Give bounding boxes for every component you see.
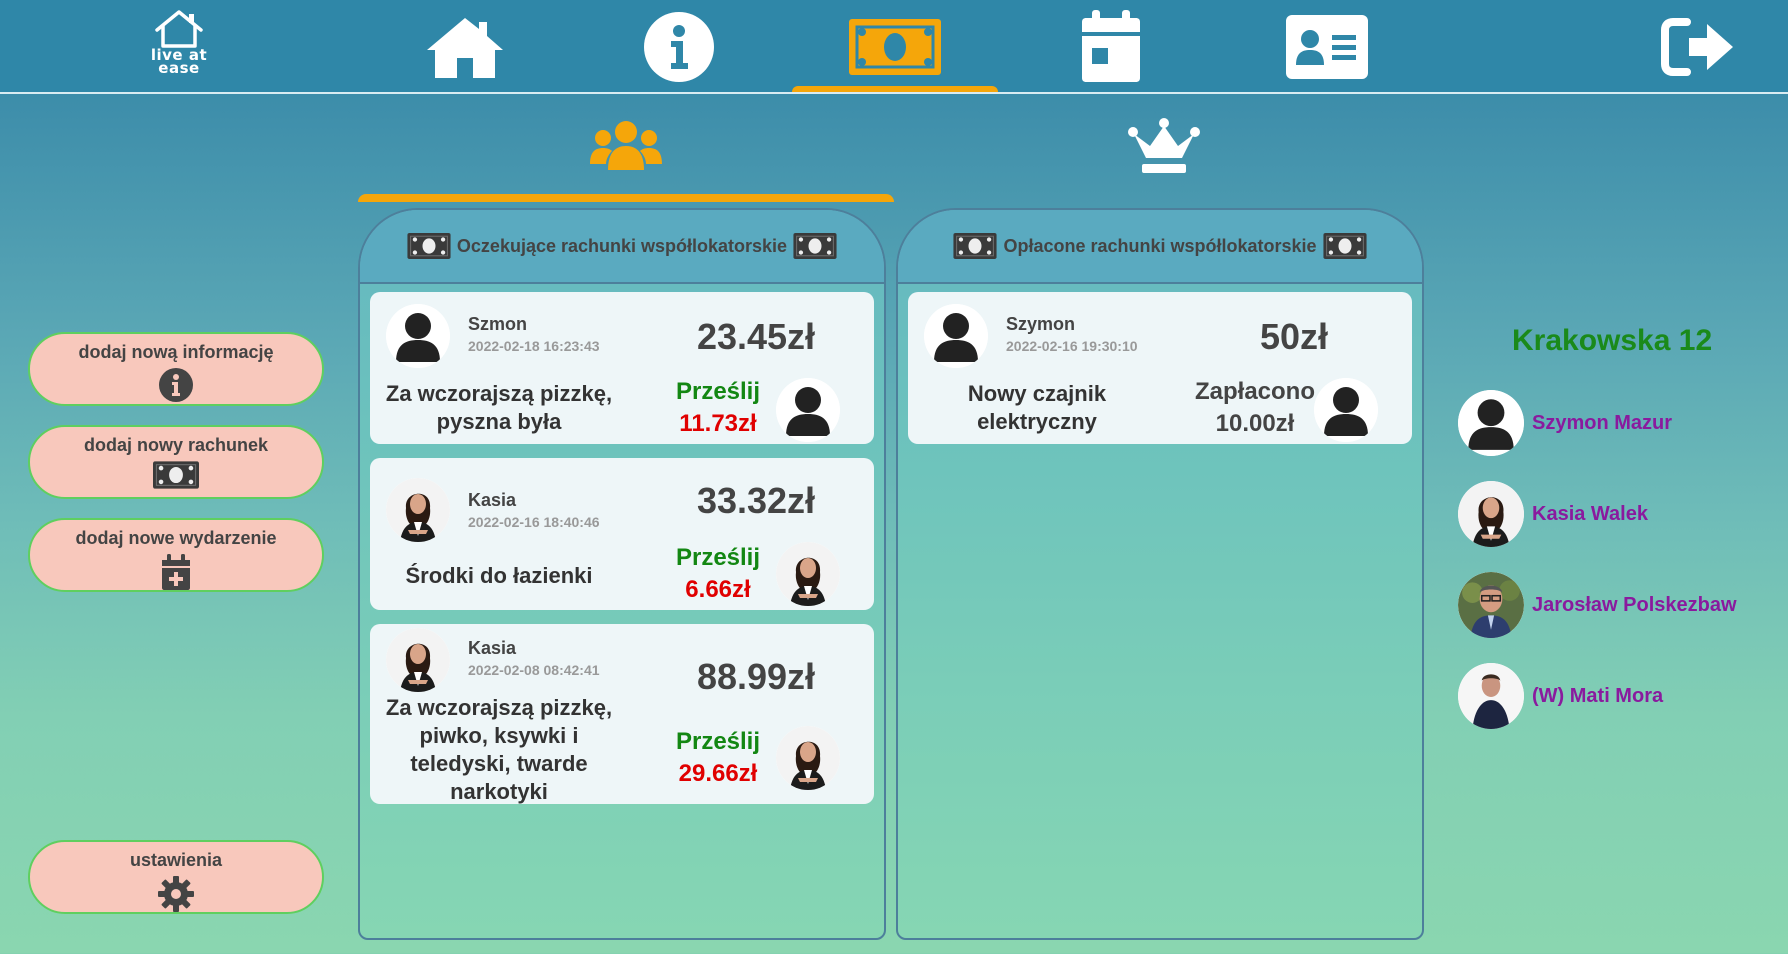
calendar-icon xyxy=(1082,10,1140,82)
pending-bills-header: Oczekujące rachunki współlokatorskie xyxy=(360,210,884,284)
paid-bills-title: Opłacone rachunki współlokatorskie xyxy=(1003,235,1317,256)
payee-avatar xyxy=(776,726,840,790)
member-name: (W) Mati Mora xyxy=(1532,684,1664,707)
member-avatar xyxy=(1458,481,1524,547)
nav-home[interactable] xyxy=(360,0,570,94)
crown-icon xyxy=(1128,118,1200,173)
tab-shared-bills[interactable] xyxy=(358,118,894,202)
bill-author: Szmon xyxy=(468,314,528,334)
logo-text-line2: ease xyxy=(158,59,200,77)
nav-bills[interactable] xyxy=(790,0,1000,94)
bill-share: 6.66zł xyxy=(685,576,751,603)
top-navigation: live at ease xyxy=(0,0,1788,94)
add-info-button[interactable]: dodaj nową informację xyxy=(28,332,324,406)
bill-amount: 50zł xyxy=(1259,316,1329,357)
nav-contacts[interactable] xyxy=(1222,0,1432,94)
info-icon xyxy=(644,12,714,82)
author-avatar xyxy=(386,304,450,368)
bill-author: Kasia xyxy=(468,490,517,510)
member-name: Kasia Walek xyxy=(1532,502,1648,525)
bill-amount: 33.32zł xyxy=(696,480,816,521)
bill-card[interactable]: Szmon 2022-02-18 16:23:43 23.45zł Za wcz… xyxy=(370,292,874,444)
money-icon xyxy=(849,19,941,75)
paid-bills-panel: Opłacone rachunki współlokatorskie Szymo… xyxy=(896,208,1424,940)
send-payment-button[interactable]: Prześlij xyxy=(648,728,788,756)
bill-description: Za wczorajszą pizzkę, piwko, ksywki i te… xyxy=(385,695,613,804)
gear-icon xyxy=(158,876,194,912)
bill-amount: 23.45zł xyxy=(696,316,816,357)
payee-avatar xyxy=(1314,378,1378,442)
author-avatar xyxy=(386,628,450,692)
nav-logout[interactable] xyxy=(1594,0,1788,94)
send-payment-button[interactable]: Prześlij xyxy=(648,378,788,406)
contact-card-icon xyxy=(1286,15,1368,79)
money-icon xyxy=(1323,233,1367,259)
member-item[interactable]: Szymon Mazur xyxy=(1458,390,1778,456)
add-event-button[interactable]: dodaj nowe wydarzenie xyxy=(28,518,324,592)
payee-avatar xyxy=(776,378,840,442)
money-icon xyxy=(793,233,837,259)
calendar-plus-icon xyxy=(162,554,190,590)
settings-label: ustawienia xyxy=(129,850,223,870)
pending-bills-title: Oczekujące rachunki współlokatorskie xyxy=(456,235,788,256)
paid-status: Zapłacono xyxy=(1194,378,1315,405)
member-avatar xyxy=(1458,663,1524,729)
bill-date: 2022-02-16 19:30:10 xyxy=(1006,338,1138,354)
money-icon xyxy=(153,461,199,489)
settings-button[interactable]: ustawienia xyxy=(28,840,324,914)
send-payment-button[interactable]: Prześlij xyxy=(648,544,788,572)
member-avatar xyxy=(1458,390,1524,456)
bill-author: Szymon xyxy=(1006,314,1076,334)
money-icon xyxy=(407,233,451,259)
member-item[interactable]: Jarosław Polskezbaw xyxy=(1458,572,1778,638)
bill-amount: 88.99zł xyxy=(696,656,816,697)
nav-calendar[interactable] xyxy=(1006,0,1216,94)
info-icon xyxy=(159,368,193,402)
bill-description: Za wczorajszą pizzkę, pyszna była xyxy=(385,381,613,434)
add-info-label: dodaj nową informację xyxy=(78,342,274,362)
author-avatar xyxy=(924,304,988,368)
bill-date: 2022-02-08 08:42:41 xyxy=(468,662,600,678)
member-item[interactable]: Kasia Walek xyxy=(1458,481,1778,547)
app-logo[interactable]: live at ease xyxy=(148,8,210,86)
bill-share: 11.73zł xyxy=(679,410,757,437)
bill-description: Środki do łazienki xyxy=(405,563,593,588)
bill-date: 2022-02-18 16:23:43 xyxy=(468,338,600,354)
bill-share: 10.00zł xyxy=(1215,410,1295,437)
flat-name: Krakowska 12 xyxy=(1512,324,1713,357)
house-logo-icon xyxy=(155,10,203,48)
add-bill-button[interactable]: dodaj nowy rachunek xyxy=(28,425,324,499)
member-item[interactable]: (W) Mati Mora xyxy=(1458,663,1778,729)
bill-date: 2022-02-16 18:40:46 xyxy=(468,514,600,530)
member-name: Szymon Mazur xyxy=(1532,411,1673,434)
bill-card[interactable]: Szymon 2022-02-16 19:30:10 50zł Nowy cza… xyxy=(908,292,1412,444)
member-name: Jarosław Polskezbaw xyxy=(1532,593,1737,616)
nav-info[interactable] xyxy=(574,0,784,94)
payee-avatar xyxy=(776,542,840,606)
add-event-label: dodaj nowe wydarzenie xyxy=(75,528,277,548)
author-avatar xyxy=(386,478,450,542)
group-icon xyxy=(590,121,662,170)
logout-icon xyxy=(1661,18,1733,76)
tab-my-bills[interactable] xyxy=(896,118,1432,202)
paid-bills-header: Opłacone rachunki współlokatorskie xyxy=(898,210,1422,284)
bill-author: Kasia xyxy=(468,638,517,658)
bill-description: Nowy czajnik elektryczny xyxy=(967,381,1107,434)
bill-share: 29.66zł xyxy=(678,760,758,787)
add-bill-label: dodaj nowy rachunek xyxy=(83,435,269,455)
member-avatar xyxy=(1458,572,1524,638)
home-icon xyxy=(427,18,503,78)
pending-bills-panel: Oczekujące rachunki współlokatorskie Szm… xyxy=(358,208,886,940)
money-icon xyxy=(953,233,997,259)
bill-card[interactable]: Kasia 2022-02-08 08:42:41 88.99zł Za wcz… xyxy=(370,624,874,804)
bill-card[interactable]: Kasia 2022-02-16 18:40:46 33.32zł Środki… xyxy=(370,458,874,610)
